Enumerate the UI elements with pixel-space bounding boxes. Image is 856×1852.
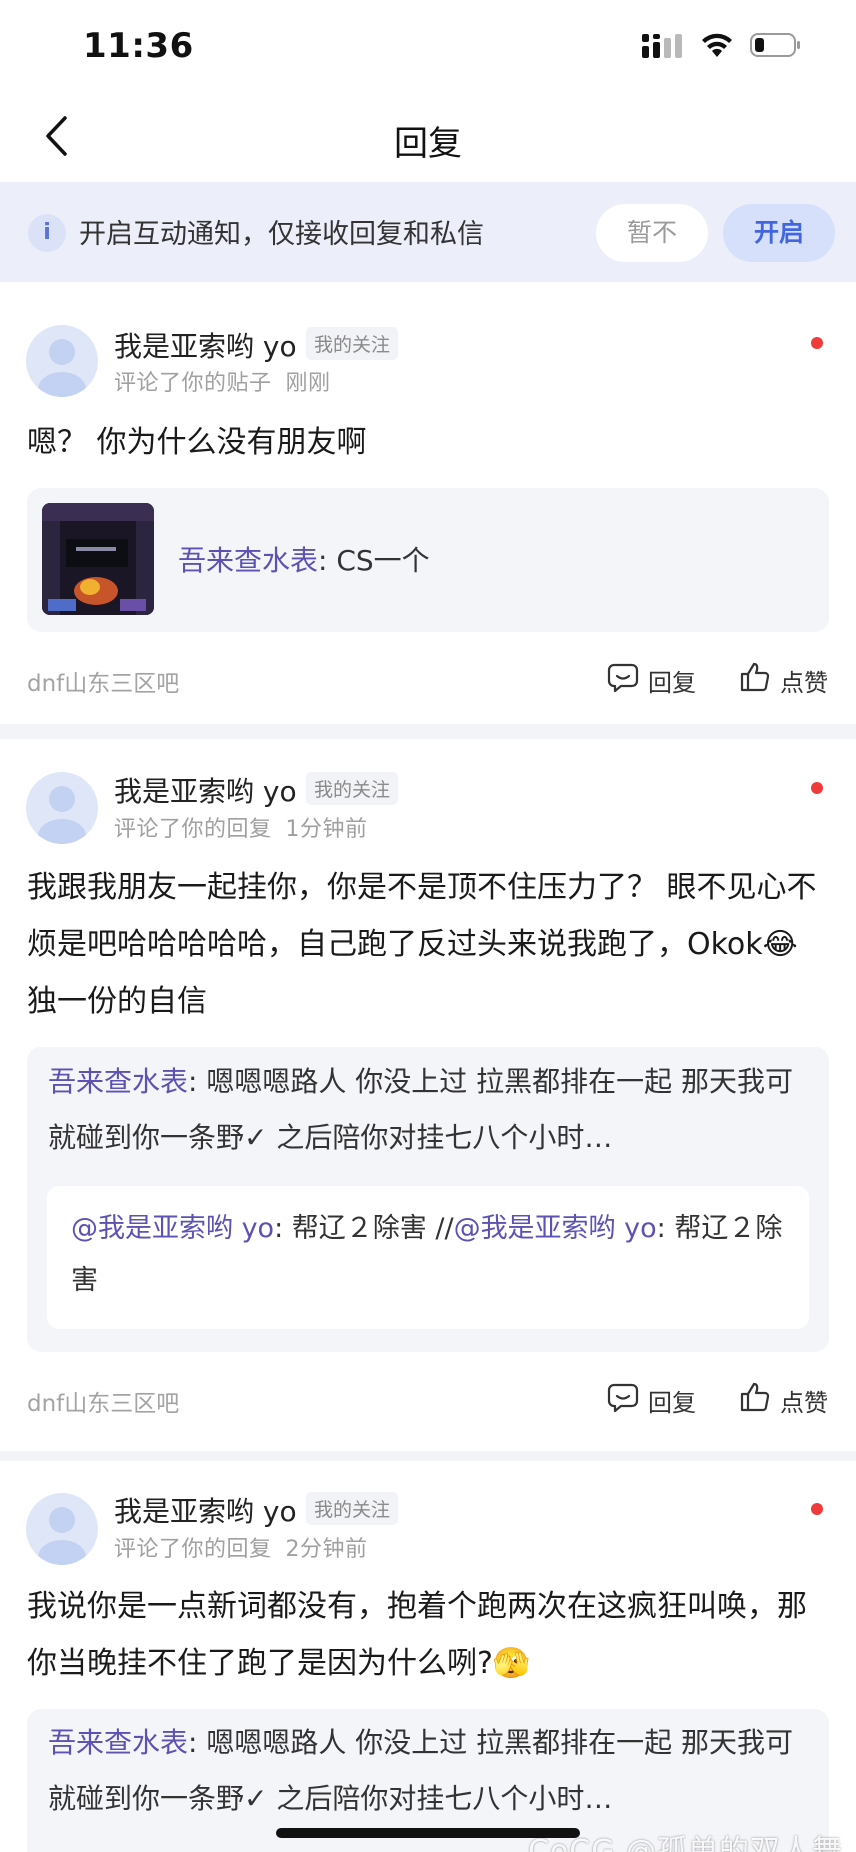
like-label: 点赞 [780,668,828,697]
username[interactable]: 我是亚索哟 yo [114,770,297,810]
reply-label: 回复 [648,668,696,697]
thumbs-up-icon [739,1381,771,1419]
quoted-post[interactable]: 吾来查水表: 嗯嗯嗯路人 你没上过 拉黑都排在一起 那天我可就碰到你一条野✓ 之… [27,1047,829,1352]
status-icons [642,32,802,62]
avatar[interactable] [26,325,98,397]
comment-icon [607,1381,639,1419]
reply-label: 回复 [648,1388,696,1417]
action-text: 评论了你的贴子 [114,371,272,396]
signal-icon [642,32,684,62]
comment-text[interactable]: 我说你是一点新词都没有，抱着个跑两次在这疯狂叫唤，那你当晚挂不住了跑了是因为什么… [27,1578,827,1692]
comment-text[interactable]: 我跟我朋友一起挂你，你是不是顶不住压力了？ 眼不见心不烦是吧哈哈哈哈哈，自己跑了… [27,859,827,1030]
quote-author-link[interactable]: 吾来查水表 [48,1726,188,1759]
notification-card[interactable]: 我是亚索哟 yo 我的关注 评论了你的贴子 刚刚 嗯？ 你为什么没有朋友啊 吾来… [0,282,856,724]
avatar[interactable] [26,772,98,844]
reply-button[interactable]: 回复 [607,1381,696,1419]
follow-tag: 我的关注 [306,772,399,805]
info-icon: i [28,214,66,252]
enable-button[interactable]: 开启 [723,204,835,262]
timestamp: 2分钟前 [285,1537,368,1562]
status-time: 11:36 [83,26,194,66]
not-now-button[interactable]: 暂不 [596,204,708,262]
quote-line: 吾来查水表: 嗯嗯嗯路人 你没上过 拉黑都排在一起 那天我可就碰到你一条野✓ 之… [48,1054,808,1166]
unread-dot [811,1503,823,1515]
username[interactable]: 我是亚索哟 yo [114,1490,297,1530]
reply-notifications-page: 11:36 回复 i 开启互动通知，仅接收回复和私信 暂不 开启 我是亚索哟 y… [0,0,856,1852]
thumbs-up-icon [739,661,771,699]
comment-text[interactable]: 嗯？ 你为什么没有朋友啊 [27,414,827,471]
watermark: CoCG @孤单的双人舞 [528,1834,844,1852]
notification-meta: 评论了你的贴子 刚刚 [114,365,331,397]
notification-meta: 评论了你的回复 1分钟前 [114,811,368,843]
quote-line: 吾来查水表: 嗯嗯嗯路人 你没上过 拉黑都排在一起 那天我可就碰到你一条野✓ 之… [48,1715,808,1827]
wifi-icon [700,32,734,62]
status-bar: 11:36 [0,0,856,96]
comment-icon [607,661,639,699]
notification-card[interactable]: 我是亚索哟 yo 我的关注 评论了你的回复 1分钟前 我跟我朋友一起挂你，你是不是… [0,739,856,1451]
like-button[interactable]: 点赞 [739,661,828,699]
unread-dot [811,337,823,349]
notice-text: 开启互动通知，仅接收回复和私信 [79,219,484,250]
nested-text: : 帮辽２除害 // [274,1213,454,1244]
action-text: 评论了你的回复 [114,1537,272,1562]
notification-banner: i 开启互动通知，仅接收回复和私信 暂不 开启 [0,182,856,282]
forum-name[interactable]: dnf山东三区吧 [27,1384,179,1418]
unread-dot [811,782,823,794]
follow-tag: 我的关注 [306,327,399,360]
page-title: 回复 [394,124,462,164]
battery-icon [750,32,802,62]
timestamp: 1分钟前 [285,817,368,842]
nested-quote[interactable]: @我是亚索哟 yo: 帮辽２除害 //@我是亚索哟 yo: 帮辽２除害 [47,1186,809,1329]
nested-quote-text: @我是亚索哟 yo: 帮辽２除害 //@我是亚索哟 yo: 帮辽２除害 [71,1203,791,1307]
like-label: 点赞 [780,1388,828,1417]
quote-author-link[interactable]: 吾来查水表 [48,1065,188,1098]
timestamp: 刚刚 [285,371,331,396]
mention-link[interactable]: @我是亚索哟 yo [454,1213,657,1244]
quote-author-link[interactable]: 吾来查水表 [178,544,318,577]
quoted-post[interactable]: 吾来查水表: CS一个 [27,488,829,632]
nav-bar: 回复 [0,96,856,182]
action-text: 评论了你的回复 [114,817,272,842]
username[interactable]: 我是亚索哟 yo [114,325,297,365]
quote-text: : CS一个 [318,544,430,577]
notification-card[interactable]: 我是亚索哟 yo 我的关注 评论了你的回复 2分钟前 我说你是一点新词都没有，抱着… [0,1461,856,1852]
follow-tag: 我的关注 [306,1492,399,1525]
quote-line: 吾来查水表: CS一个 [178,539,430,579]
forum-name[interactable]: dnf山东三区吧 [27,664,179,698]
like-button[interactable]: 点赞 [739,1381,828,1419]
post-thumbnail [42,503,154,615]
notification-meta: 评论了你的回复 2分钟前 [114,1531,368,1563]
mention-link[interactable]: @我是亚索哟 yo [71,1213,274,1244]
reply-button[interactable]: 回复 [607,661,696,699]
avatar[interactable] [26,1493,98,1565]
